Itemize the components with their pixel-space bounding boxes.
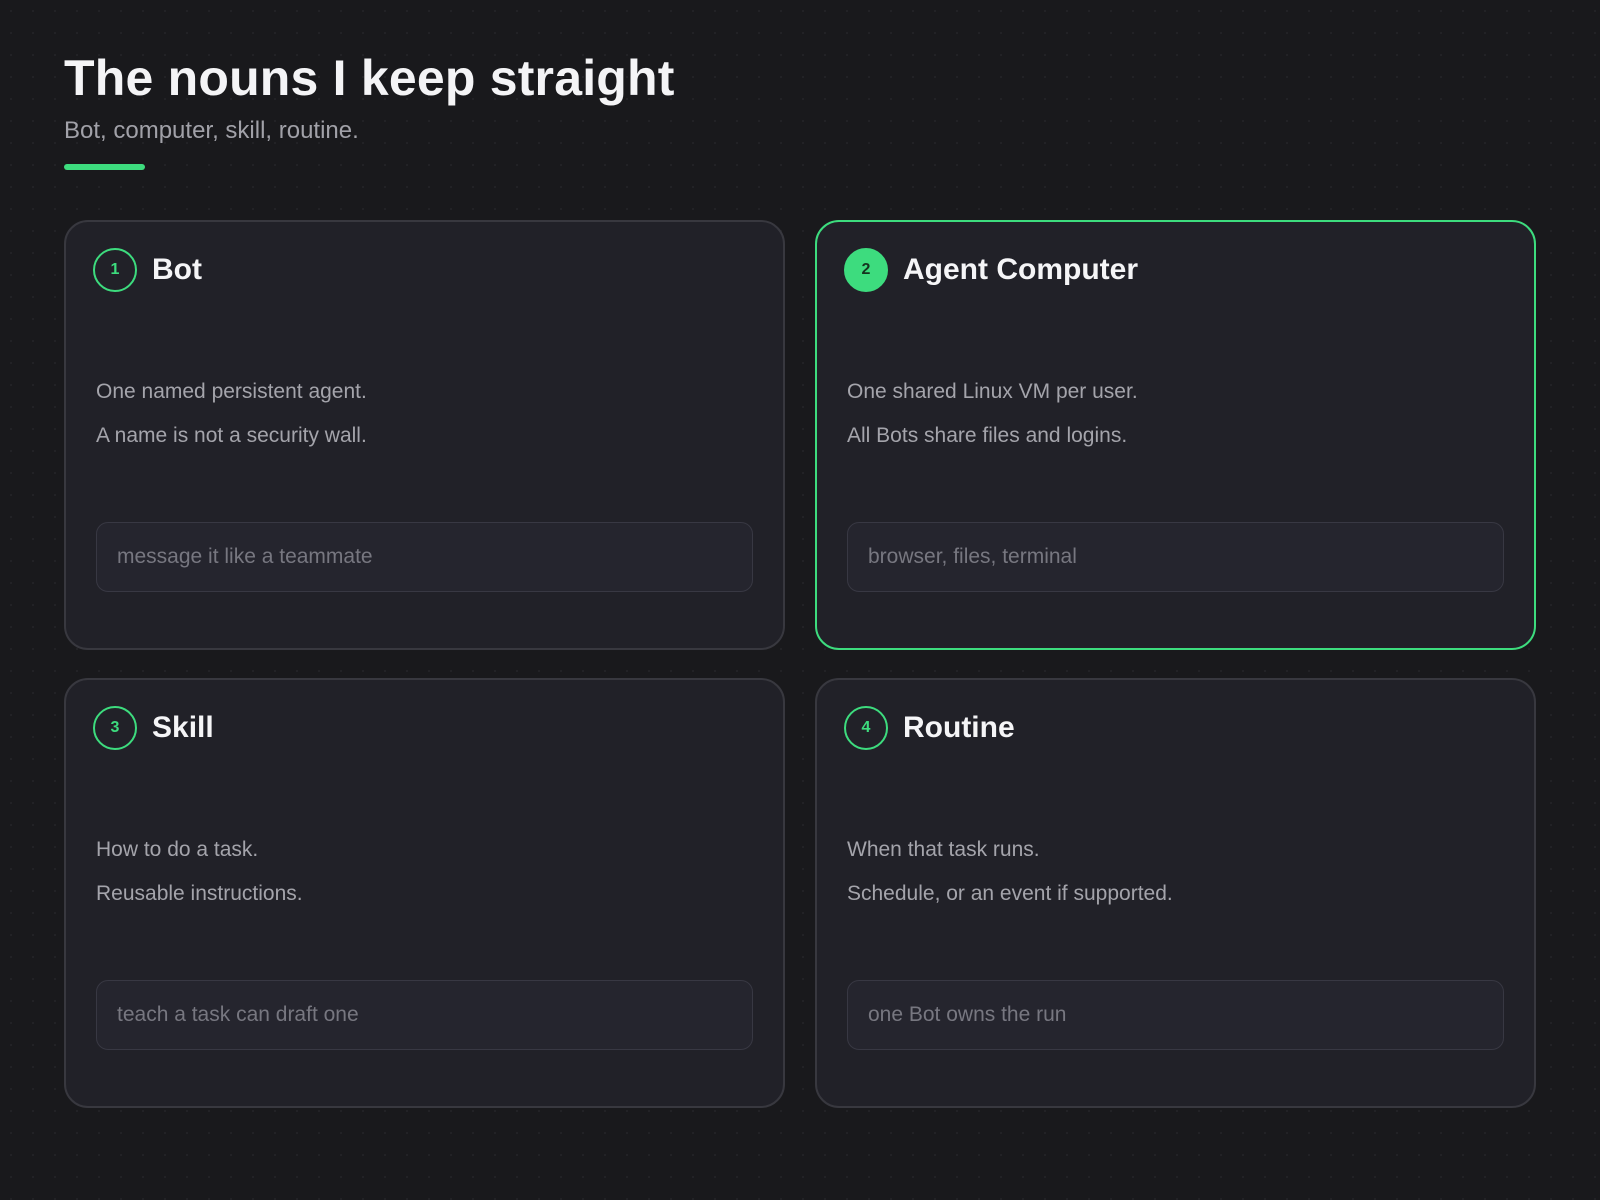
card-line: One named persistent agent. — [96, 380, 367, 403]
number-badge: 4 — [844, 706, 888, 750]
card-line: Schedule, or an event if supported. — [847, 882, 1173, 905]
card-agent-computer: 2 Agent Computer One shared Linux VM per… — [815, 220, 1536, 650]
card-note-field: teach a task can draft one — [96, 980, 753, 1050]
card-description: How to do a task. Reusable instructions. — [96, 836, 303, 924]
card-line: One shared Linux VM per user. — [847, 380, 1138, 403]
card-header: 1 Bot — [93, 248, 202, 292]
card-routine: 4 Routine When that task runs. Schedule,… — [815, 678, 1536, 1108]
card-header: 2 Agent Computer — [844, 248, 1138, 292]
card-title: Bot — [152, 253, 202, 286]
page-header: The nouns I keep straight Bot, computer,… — [64, 48, 675, 170]
card-bot: 1 Bot One named persistent agent. A name… — [64, 220, 785, 650]
card-skill: 3 Skill How to do a task. Reusable instr… — [64, 678, 785, 1108]
card-note-field: message it like a teammate — [96, 522, 753, 592]
page-subtitle: Bot, computer, skill, routine. — [64, 117, 359, 144]
card-description: When that task runs. Schedule, or an eve… — [847, 836, 1173, 924]
card-line: Reusable instructions. — [96, 882, 303, 905]
card-title: Skill — [152, 711, 214, 744]
card-title: Routine — [903, 711, 1015, 744]
noun-cards-grid: 1 Bot One named persistent agent. A name… — [64, 220, 1536, 1108]
card-description: One shared Linux VM per user. All Bots s… — [847, 378, 1138, 466]
card-note-field: one Bot owns the run — [847, 980, 1504, 1050]
number-badge: 2 — [844, 248, 888, 292]
accent-bar — [64, 164, 145, 170]
card-description: One named persistent agent. A name is no… — [96, 378, 367, 466]
card-line: How to do a task. — [96, 838, 259, 861]
card-header: 3 Skill — [93, 706, 214, 750]
card-line: When that task runs. — [847, 838, 1040, 861]
card-note-field: browser, files, terminal — [847, 522, 1504, 592]
number-badge: 3 — [93, 706, 137, 750]
page-title: The nouns I keep straight — [64, 50, 675, 106]
number-badge: 1 — [93, 248, 137, 292]
card-line: A name is not a security wall. — [96, 424, 367, 447]
card-header: 4 Routine — [844, 706, 1015, 750]
card-title: Agent Computer — [903, 253, 1138, 286]
card-line: All Bots share files and logins. — [847, 424, 1128, 447]
